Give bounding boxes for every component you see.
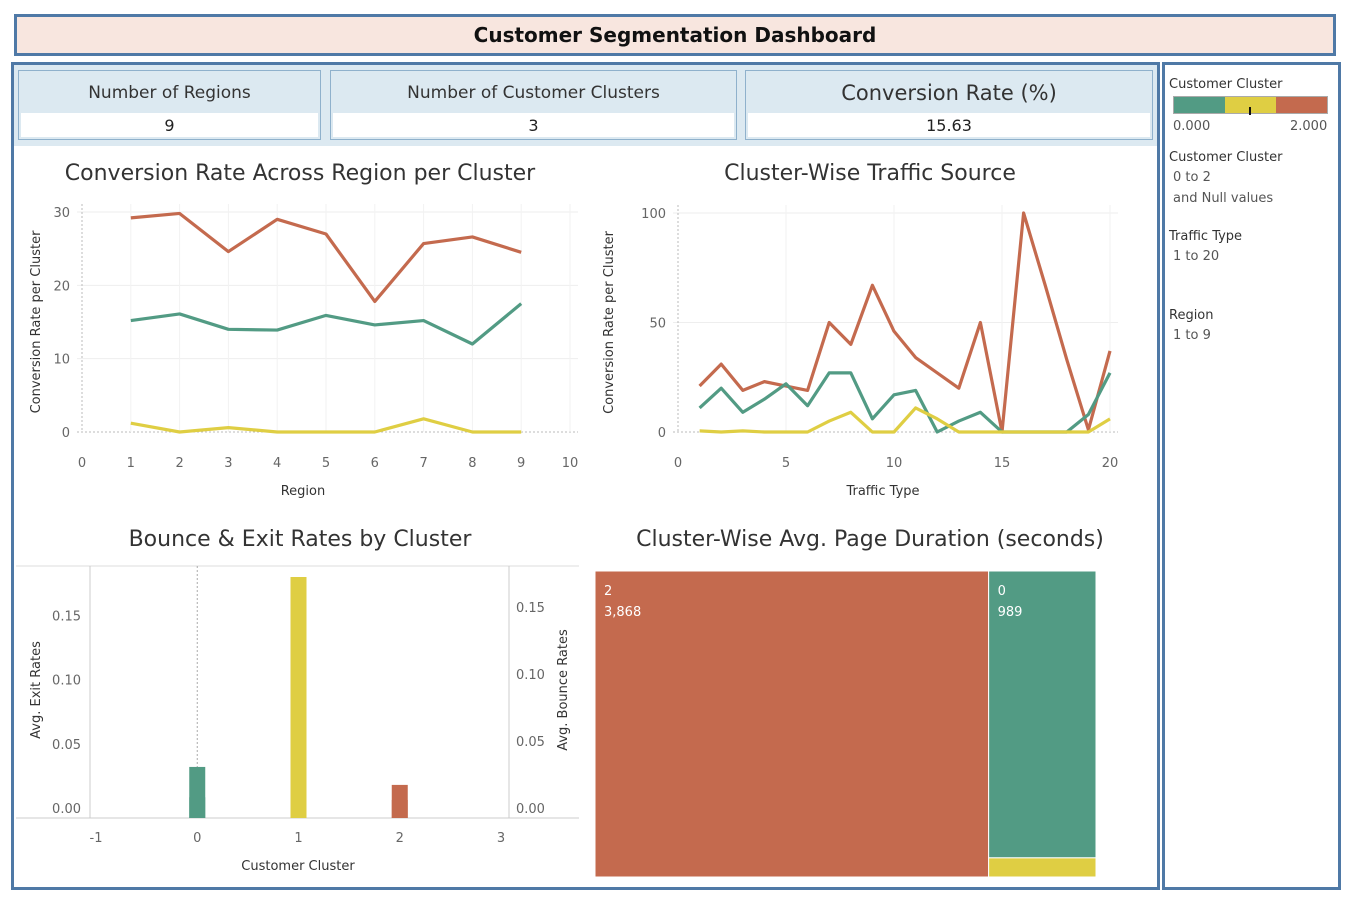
filter-traffic-title[interactable]: Traffic Type [1169, 229, 1242, 244]
filter-cluster-null[interactable]: and Null values [1173, 191, 1273, 206]
legend-marker [1249, 107, 1251, 115]
color-min-label: 0.000 [1173, 119, 1211, 134]
filter-cluster-value[interactable]: 0 to 2 [1173, 170, 1211, 185]
color-legend-ramp [1173, 96, 1328, 115]
treemap-cell-cluster-2 [594, 570, 990, 878]
color-max-label: 2.000 [1290, 119, 1328, 134]
treemap-value-label: 3,868 [604, 605, 641, 620]
color-swatch-2 [1276, 97, 1327, 113]
filter-region-value[interactable]: 1 to 9 [1173, 328, 1211, 343]
page-duration-treemap: 2 3,868 0 989 [594, 570, 1097, 878]
filter-traffic-value[interactable]: 1 to 20 [1173, 249, 1219, 264]
filter-cluster-title[interactable]: Customer Cluster [1169, 150, 1282, 165]
color-legend-title: Customer Cluster [1169, 77, 1283, 92]
filter-region-title[interactable]: Region [1169, 308, 1214, 323]
color-swatch-1 [1225, 97, 1276, 115]
color-swatch-0 [1174, 97, 1225, 113]
treemap-cluster-label: 0 [998, 584, 1006, 599]
treemap-value-label: 989 [998, 605, 1023, 620]
treemap-cell-cluster-1 [988, 857, 1097, 878]
treemap-cluster-label: 2 [604, 584, 612, 599]
